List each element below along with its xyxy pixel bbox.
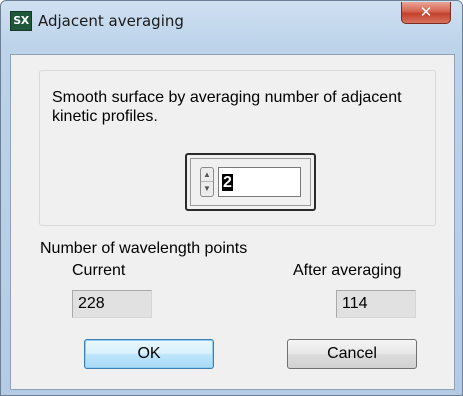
averaging-group: Smooth surface by averaging number of ad… [39,70,436,226]
close-button[interactable]: ✕ [401,2,451,24]
ok-button[interactable]: OK [84,339,214,369]
after-averaging-readout: 114 [336,290,416,318]
current-points-readout: 228 [72,290,152,318]
title-bar[interactable]: SX Adjacent averaging ✕ [1,1,462,45]
increment-decrement-spinner[interactable]: ▲ ▼ [200,167,214,197]
spin-up-icon[interactable]: ▲ [201,168,213,182]
dialog-window: SX Adjacent averaging ✕ Smooth surface b… [0,0,463,396]
window-title: Adjacent averaging [38,12,184,30]
dialog-client-area: Smooth surface by averaging number of ad… [10,54,455,390]
averaging-number-control: ▲ ▼ 2 [185,153,316,211]
description-text: Smooth surface by averaging number of ad… [52,89,402,125]
current-label: Current [72,262,126,279]
averaging-number-input[interactable]: 2 [218,167,301,197]
after-averaging-label: After averaging [293,262,402,279]
numeric-control-inner: ▲ ▼ 2 [190,158,311,206]
cancel-button[interactable]: Cancel [287,339,417,369]
close-icon: ✕ [419,3,433,21]
spin-down-icon[interactable]: ▼ [201,182,213,196]
wavelength-points-label: Number of wavelength points [40,240,248,257]
averaging-number-value: 2 [222,174,233,191]
app-icon: SX [10,11,32,31]
